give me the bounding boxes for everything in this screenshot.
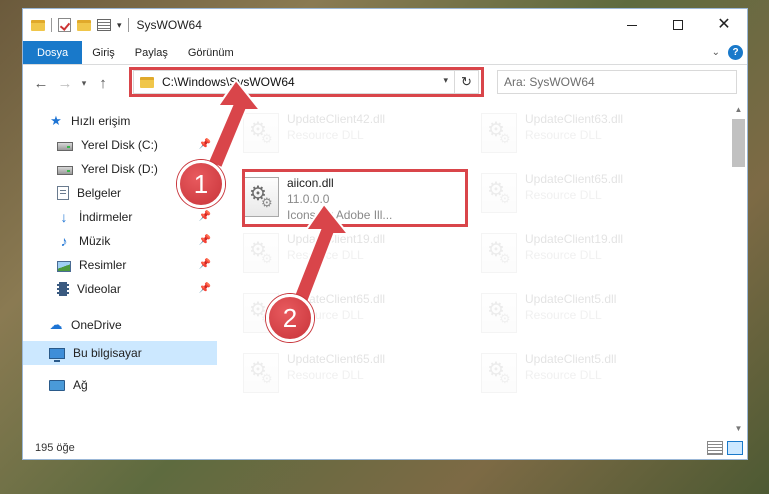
- separator: [51, 18, 52, 32]
- sidebar-item-local-disk-c[interactable]: Yerel Disk (C:) 📌: [23, 133, 217, 157]
- sidebar-item-pictures[interactable]: Resimler 📌: [23, 253, 217, 277]
- dll-file-icon: [481, 233, 517, 273]
- list-item[interactable]: UpdateClient63.dllResource DLL: [475, 107, 701, 159]
- status-bar: 195 öğe: [23, 437, 747, 459]
- dll-file-icon: [481, 113, 517, 153]
- file-name: aiicon.dll: [287, 176, 334, 190]
- pin-icon[interactable]: 📌: [199, 235, 211, 246]
- navigation-pane: ★ Hızlı erişim Yerel Disk (C:) 📌 Yerel D…: [23, 101, 217, 437]
- sidebar-item-onedrive[interactable]: ☁ OneDrive: [23, 313, 217, 337]
- pin-icon[interactable]: 📌: [199, 283, 211, 294]
- tab-home[interactable]: Giriş: [82, 41, 125, 64]
- step-2-badge: 2: [266, 294, 314, 342]
- list-item[interactable]: UpdateClient5.dllResource DLL: [475, 287, 701, 339]
- sidebar-item-downloads[interactable]: ↓ İndirmeler 📌: [23, 205, 217, 229]
- help-icon[interactable]: ?: [728, 45, 743, 60]
- documents-icon: [57, 186, 69, 200]
- sidebar-item-music[interactable]: ♪ Müzik 📌: [23, 229, 217, 253]
- window-title: SysWOW64: [136, 18, 202, 32]
- item-count: 195 öğe: [35, 442, 75, 454]
- list-item[interactable]: UpdateClient42.dllResource DLL: [237, 107, 463, 159]
- address-dropdown-chevron-icon[interactable]: ▾: [443, 75, 448, 86]
- folder-icon: [31, 19, 45, 31]
- network-icon: [49, 380, 65, 391]
- minimize-button[interactable]: [609, 9, 655, 41]
- search-input[interactable]: Ara: SysWOW64: [497, 70, 737, 94]
- recent-locations-chevron-icon[interactable]: ▾: [77, 78, 91, 89]
- scroll-down-icon[interactable]: ▼: [730, 420, 747, 437]
- step-1-badge: 1: [177, 160, 225, 208]
- list-item[interactable]: UpdateClient5.dllResource DLL: [475, 347, 701, 399]
- list-item[interactable]: UpdateClient65.dllResource DLL: [475, 167, 701, 219]
- drive-icon: [57, 142, 73, 151]
- drive-icon: [57, 166, 73, 175]
- refresh-icon[interactable]: ↻: [454, 71, 478, 93]
- tab-view[interactable]: Görünüm: [178, 41, 244, 64]
- music-icon: ♪: [60, 233, 68, 249]
- arrow-to-file: [292, 204, 351, 304]
- cloud-icon: ☁: [49, 317, 63, 332]
- sidebar-item-network[interactable]: Ağ: [23, 373, 217, 397]
- tiles-view-icon[interactable]: [727, 441, 743, 455]
- pictures-icon: [57, 260, 71, 272]
- vertical-scrollbar[interactable]: ▲ ▼: [730, 101, 747, 437]
- dll-file-icon: [243, 177, 279, 217]
- pin-icon[interactable]: 📌: [199, 259, 211, 270]
- minimize-icon: [627, 24, 637, 26]
- pin-icon[interactable]: 📌: [199, 211, 211, 222]
- dll-file-icon: [243, 233, 279, 273]
- view-toggle: [707, 441, 743, 455]
- quick-access-toolbar: ▾: [23, 18, 129, 32]
- sidebar-item-this-pc[interactable]: Bu bilgisayar: [23, 341, 217, 365]
- address-bar[interactable]: C:\Windows\SysWOW64 ▾ ↻: [133, 70, 479, 94]
- dll-file-icon: [243, 353, 279, 393]
- list-item[interactable]: UpdateClient65.dllResource DLL: [237, 347, 463, 399]
- dll-file-icon: [481, 293, 517, 333]
- ribbon-tabs: Dosya Giriş Paylaş Görünüm ⌄ ?: [23, 41, 747, 65]
- title-bar: ▾ SysWOW64 ✕: [23, 9, 747, 41]
- star-icon: ★: [50, 113, 62, 128]
- close-button[interactable]: ✕: [701, 9, 747, 41]
- tab-share[interactable]: Paylaş: [125, 41, 178, 64]
- new-folder-icon[interactable]: [77, 19, 91, 31]
- window-controls: ✕: [609, 9, 747, 41]
- dll-file-icon: [481, 173, 517, 213]
- back-arrow-icon[interactable]: ←: [29, 75, 53, 92]
- view-icon[interactable]: [97, 19, 111, 31]
- close-icon: ✕: [717, 16, 731, 33]
- scrollbar-thumb[interactable]: [732, 119, 745, 167]
- separator: [127, 18, 129, 32]
- details-view-icon[interactable]: [707, 441, 723, 455]
- arrow-to-address: [206, 80, 263, 170]
- scroll-up-icon[interactable]: ▲: [730, 101, 747, 118]
- customize-toolbar-chevron-icon[interactable]: ▾: [117, 20, 122, 31]
- expand-ribbon-chevron-icon[interactable]: ⌄: [712, 47, 720, 58]
- explorer-body: ★ Hızlı erişim Yerel Disk (C:) 📌 Yerel D…: [23, 101, 747, 437]
- maximize-icon: [673, 20, 683, 30]
- sidebar-item-videos[interactable]: Videolar 📌: [23, 277, 217, 301]
- downloads-icon: ↓: [60, 209, 68, 225]
- properties-check-icon[interactable]: [58, 18, 71, 32]
- list-item[interactable]: UpdateClient19.dllResource DLL: [475, 227, 701, 279]
- up-arrow-icon[interactable]: ↑: [91, 75, 115, 92]
- forward-arrow-icon[interactable]: →: [53, 75, 77, 92]
- sidebar-item-quick-access[interactable]: ★ Hızlı erişim: [23, 109, 217, 133]
- folder-icon: [140, 76, 154, 88]
- maximize-button[interactable]: [655, 9, 701, 41]
- tab-file[interactable]: Dosya: [23, 41, 83, 64]
- explorer-window: ▾ SysWOW64 ✕ Dosya Giriş Paylaş Görünüm …: [22, 8, 748, 460]
- dll-file-icon: [481, 353, 517, 393]
- computer-icon: [49, 348, 65, 362]
- navigation-bar: ← → ▾ ↑ C:\Windows\SysWOW64 ▾ ↻ Ara: Sys…: [23, 65, 747, 101]
- videos-icon: [57, 282, 69, 296]
- ribbon-right: ⌄ ?: [712, 45, 743, 60]
